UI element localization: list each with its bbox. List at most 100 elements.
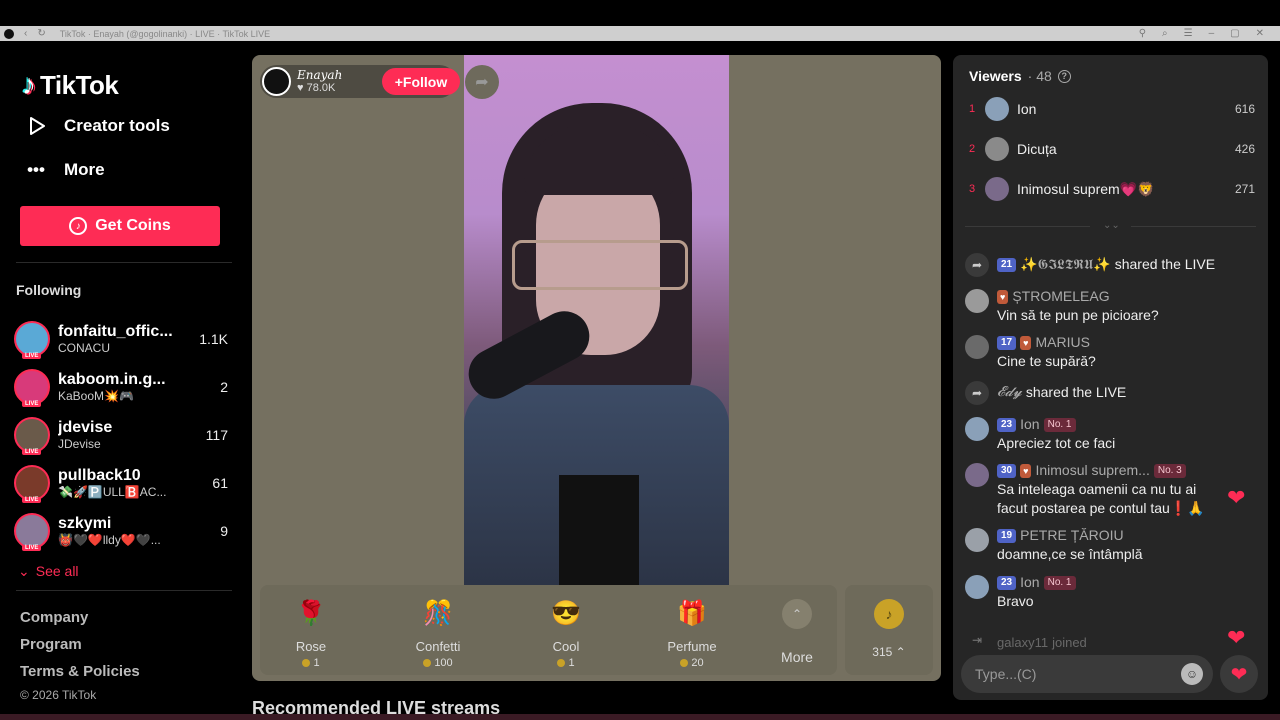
level-badge: 21: [997, 257, 1017, 272]
follow-button[interactable]: + Follow: [382, 68, 460, 95]
divider: [1131, 226, 1256, 227]
get-coins-button[interactable]: ♪ Get Coins: [20, 206, 220, 246]
sidebar: ♪ TikTok Creator tools ••• More ♪ Get Co…: [0, 41, 240, 720]
gift-cool[interactable]: 😎 Cool 1: [521, 595, 611, 670]
chat-text: shared the LIVE: [1025, 384, 1127, 400]
chat-text: Bravo: [997, 593, 1034, 609]
share-icon[interactable]: ➦: [465, 65, 499, 99]
heart-icon: ❤: [1227, 485, 1246, 510]
following-item[interactable]: LIVE pullback10 💸🚀🅿️ULL🅱️AC... 61: [14, 459, 228, 507]
extensions-icon[interactable]: ⚲: [1139, 28, 1146, 39]
chat-message: ➦ 21 ✨𝕲𝕴𝕷𝕿𝕽𝖀✨ shared the LIVE: [965, 253, 1260, 277]
chat-username[interactable]: PETRE ȚĂROIU: [1020, 526, 1123, 545]
chat-input[interactable]: Type...(C) ☺: [961, 655, 1213, 693]
tiktok-logo[interactable]: ♪ TikTok: [22, 69, 119, 101]
chat-username[interactable]: Ion: [1020, 415, 1039, 434]
viewer-score: 426: [1234, 142, 1255, 156]
expand-viewers-icon[interactable]: ⌄⌄: [1103, 220, 1120, 231]
emoji-icon[interactable]: ☺: [1181, 663, 1203, 685]
close-icon[interactable]: ✕: [1256, 28, 1264, 39]
play-square-icon: [24, 114, 48, 138]
avatar[interactable]: [965, 335, 989, 359]
sunglasses-icon: 😎: [551, 599, 581, 627]
chat-message: 23 Ion No. 1 Apreciez tot ce faci: [965, 415, 1260, 453]
following-item[interactable]: LIVE kaboom.in.g... KaBooM💥🎮 2: [14, 363, 228, 411]
avatar: LIVE: [14, 321, 50, 359]
following-item[interactable]: LIVE szkymi 👹🖤❤️lldy❤️🖤... 9: [14, 507, 228, 555]
see-all-link[interactable]: ⌄ See all: [18, 563, 79, 580]
chat-text: Cine te supără?: [997, 353, 1096, 369]
chat-message: ⇥ galaxy11 joined: [965, 633, 1260, 652]
top-viewer-row[interactable]: 2 Dicuța 426: [969, 135, 1255, 163]
top-viewer-row[interactable]: 1 Ion 616: [969, 95, 1255, 123]
coin-balance-button[interactable]: ♪ 315 ⌃: [845, 585, 933, 675]
following-name: kaboom.in.g...: [58, 371, 166, 388]
live-player[interactable]: Enayah ♥ 78.0K + Follow ➦ 🌹 Rose 1 🎊 Conf…: [252, 55, 941, 681]
following-item[interactable]: LIVE jdevise JDevise 117: [14, 411, 228, 459]
live-video[interactable]: [464, 55, 729, 585]
viewer-score: 616: [1234, 102, 1255, 116]
chat-username[interactable]: Ion: [1020, 573, 1039, 592]
share-icon: ➦: [965, 381, 989, 405]
following-item[interactable]: LIVE fonfaitu_offic... CONACU 1.1K: [14, 315, 228, 363]
gift-name: Cool: [552, 639, 580, 654]
footer-company-link[interactable]: Company: [20, 609, 88, 626]
viewer-rank: 2: [969, 143, 976, 155]
avatar[interactable]: [965, 463, 989, 487]
chat-username[interactable]: galaxy11: [997, 633, 1048, 652]
chat-username[interactable]: 𝓔𝓭𝔂: [997, 383, 1022, 402]
chat-username[interactable]: ✨𝕲𝕴𝕷𝕿𝕽𝖀✨: [1020, 255, 1111, 274]
maximize-icon[interactable]: ▢: [1230, 28, 1239, 39]
sidebar-item-label: Creator tools: [64, 116, 170, 135]
tiktok-note-icon: ♪: [22, 69, 36, 100]
chat-username[interactable]: Inimosul suprem...: [1035, 461, 1149, 480]
footer-terms-link[interactable]: Terms & Policies: [20, 663, 140, 680]
gift-confetti[interactable]: 🎊 Confetti 100: [393, 595, 483, 670]
gift-rose[interactable]: 🌹 Rose 1: [266, 595, 356, 670]
viewer-count: 61: [212, 475, 228, 491]
sidebar-item-creator-tools[interactable]: Creator tools: [24, 114, 170, 138]
sidebar-item-more[interactable]: ••• More: [24, 158, 105, 182]
rose-icon: 🌹: [296, 599, 326, 627]
reload-icon[interactable]: ↻: [37, 28, 45, 39]
host-name[interactable]: Enayah: [297, 69, 342, 81]
avatar[interactable]: [965, 528, 989, 552]
viewers-count: · 48: [1027, 68, 1052, 84]
viewers-header[interactable]: Viewers · 48 ?: [969, 68, 1071, 84]
divider: [16, 262, 232, 263]
footer-program-link[interactable]: Program: [20, 636, 82, 653]
gift-perfume[interactable]: 🎁 Perfume 20: [647, 595, 737, 670]
more-gifts-button[interactable]: ⌃ More: [767, 595, 827, 665]
chat-username[interactable]: ȘTROMELEAG: [1012, 287, 1109, 306]
avatar[interactable]: [965, 417, 989, 441]
avatar: LIVE: [14, 417, 50, 455]
back-icon[interactable]: ‹: [24, 28, 27, 39]
chat-username[interactable]: MARIUS: [1035, 333, 1089, 352]
avatar: LIVE: [14, 513, 50, 551]
join-icon: ⇥: [971, 633, 983, 647]
host-info[interactable]: Enayah ♥ 78.0K + Follow: [260, 65, 460, 98]
menu-icon[interactable]: ☰: [1184, 28, 1193, 39]
divider: [965, 226, 1090, 227]
following-name: pullback10: [58, 467, 141, 484]
confetti-icon: 🎊: [423, 599, 453, 627]
sidebar-item-label: More: [64, 160, 105, 179]
fan-badge: ♥: [1020, 335, 1032, 350]
chat-message: 17 ♥ MARIUS Cine te supără?: [965, 333, 1260, 371]
help-icon[interactable]: ?: [1057, 69, 1071, 83]
top-viewer-row[interactable]: 3 Inimosul suprem💗🦁 271: [969, 175, 1255, 203]
avatar[interactable]: [965, 575, 989, 599]
like-button[interactable]: ❤: [1220, 655, 1258, 693]
viewer-count: 117: [205, 427, 228, 443]
zoom-icon[interactable]: ⌕: [1162, 28, 1168, 39]
minimize-icon[interactable]: –: [1209, 28, 1215, 39]
avatar[interactable]: [965, 289, 989, 313]
ellipsis-icon: •••: [27, 160, 45, 179]
tiktok-favicon-icon: [4, 28, 14, 39]
level-badge: 23: [997, 417, 1017, 432]
host-avatar[interactable]: [262, 67, 291, 96]
coin-icon: [423, 659, 432, 667]
viewer-score: 271: [1234, 182, 1255, 196]
divider: [16, 590, 232, 591]
following-nickname: 💸🚀🅿️ULL🅱️AC...: [58, 485, 167, 499]
